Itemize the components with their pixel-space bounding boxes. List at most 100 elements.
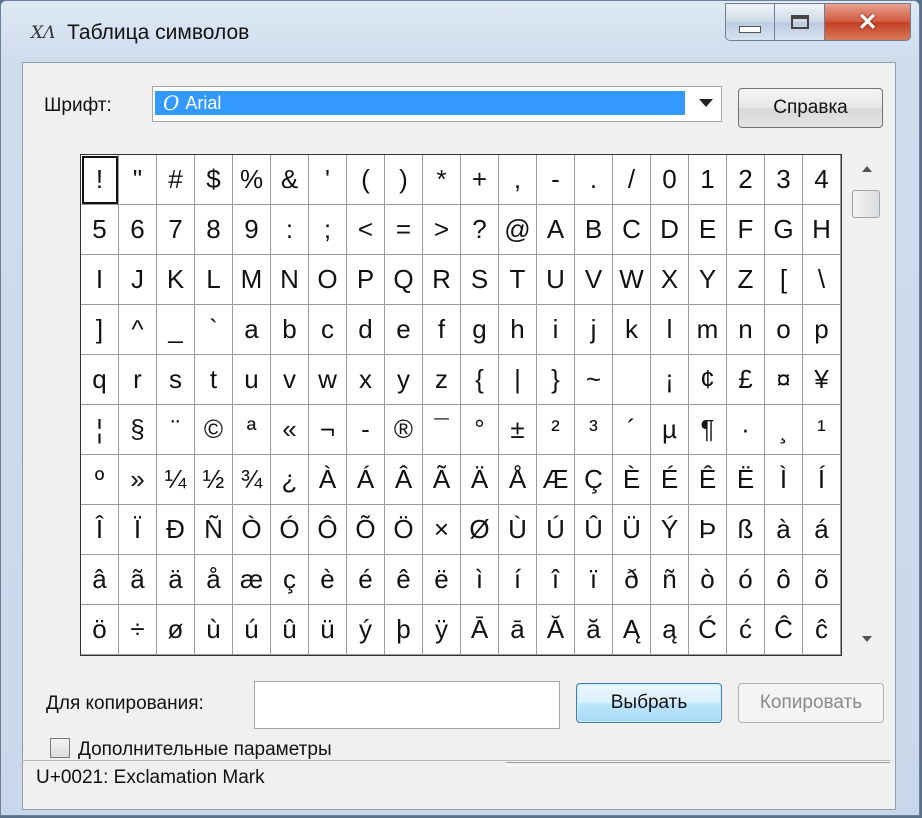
character-cell[interactable]: v [271, 355, 309, 405]
character-cell[interactable]: å [195, 555, 233, 605]
character-cell[interactable]: R [423, 255, 461, 305]
character-cell[interactable]: ë [423, 555, 461, 605]
character-cell[interactable]: é [347, 555, 385, 605]
character-cell[interactable]: \ [803, 255, 841, 305]
character-cell[interactable]: Ą [613, 605, 651, 655]
character-cell[interactable]: Z [727, 255, 765, 305]
chevron-down-icon[interactable] [699, 99, 713, 107]
character-cell[interactable]: X [651, 255, 689, 305]
character-cell[interactable]: M [233, 255, 271, 305]
character-cell[interactable]: P [347, 255, 385, 305]
character-cell[interactable]: ° [461, 405, 499, 455]
character-cell[interactable]: ã [119, 555, 157, 605]
character-cell[interactable]: ö [81, 605, 119, 655]
character-cell[interactable]: [ [765, 255, 803, 305]
character-cell[interactable]: m [689, 305, 727, 355]
character-cell[interactable]: ¨ [157, 405, 195, 455]
character-cell[interactable]: s [157, 355, 195, 405]
character-cell[interactable]: à [765, 505, 803, 555]
copy-input[interactable] [254, 681, 560, 729]
character-cell[interactable]: ¹ [803, 405, 841, 455]
character-cell[interactable]: { [461, 355, 499, 405]
character-cell[interactable]: 6 [119, 205, 157, 255]
character-cell[interactable]: % [233, 155, 271, 205]
character-cell[interactable]: ; [309, 205, 347, 255]
character-cell[interactable]: ā [499, 605, 537, 655]
character-cell[interactable]: Ù [499, 505, 537, 555]
character-cell[interactable]: I [81, 255, 119, 305]
character-cell[interactable]: ĉ [803, 605, 841, 655]
character-cell[interactable]: æ [233, 555, 271, 605]
minimize-button[interactable] [725, 3, 775, 41]
character-cell[interactable]: w [309, 355, 347, 405]
character-cell[interactable]: £ [727, 355, 765, 405]
character-cell[interactable]: Þ [689, 505, 727, 555]
character-cell[interactable]: L [195, 255, 233, 305]
character-cell[interactable]: E [689, 205, 727, 255]
character-cell[interactable]: r [119, 355, 157, 405]
character-cell[interactable]: = [385, 205, 423, 255]
character-cell[interactable]: N [271, 255, 309, 305]
character-cell[interactable]: 4 [803, 155, 841, 205]
character-cell[interactable]: > [423, 205, 461, 255]
character-cell[interactable]: Ć [689, 605, 727, 655]
character-cell[interactable]: U [537, 255, 575, 305]
character-cell[interactable]: È [613, 455, 651, 505]
close-button[interactable]: ✕ [825, 3, 911, 41]
character-cell[interactable]: 3 [765, 155, 803, 205]
character-cell[interactable]: Ã [423, 455, 461, 505]
character-cell[interactable]: º [81, 455, 119, 505]
character-cell[interactable]: A [537, 205, 575, 255]
copy-button[interactable]: Копировать [738, 683, 884, 723]
character-cell[interactable]: j [575, 305, 613, 355]
font-dropdown[interactable]: O Arial [152, 86, 722, 122]
character-cell[interactable]: S [461, 255, 499, 305]
character-cell[interactable]: ) [385, 155, 423, 205]
character-cell[interactable]: g [461, 305, 499, 355]
character-cell[interactable]: ! [81, 155, 119, 205]
character-cell[interactable]: ú [233, 605, 271, 655]
character-cell[interactable]: Ā [461, 605, 499, 655]
character-cell[interactable]: ą [651, 605, 689, 655]
character-cell[interactable]: - [347, 405, 385, 455]
character-cell[interactable]: Q [385, 255, 423, 305]
character-cell[interactable]: ă [575, 605, 613, 655]
help-button[interactable]: Справка [738, 88, 883, 128]
character-cell[interactable]: ô [765, 555, 803, 605]
advanced-view-checkbox[interactable] [50, 738, 70, 758]
character-cell[interactable]: Î [81, 505, 119, 555]
character-cell[interactable]: h [499, 305, 537, 355]
character-cell[interactable]: Ê [689, 455, 727, 505]
character-cell[interactable]: < [347, 205, 385, 255]
character-cell[interactable]: ü [309, 605, 347, 655]
character-cell[interactable]: ¢ [689, 355, 727, 405]
character-cell[interactable]: Õ [347, 505, 385, 555]
character-cell[interactable]: } [537, 355, 575, 405]
character-cell[interactable]: ´ [613, 405, 651, 455]
character-cell[interactable]: ó [727, 555, 765, 605]
character-cell[interactable]: ¬ [309, 405, 347, 455]
character-cell[interactable]: p [803, 305, 841, 355]
character-cell[interactable]: ò [689, 555, 727, 605]
character-cell[interactable]: " [119, 155, 157, 205]
character-cell[interactable]: b [271, 305, 309, 355]
character-cell[interactable]: Æ [537, 455, 575, 505]
character-cell[interactable]: x [347, 355, 385, 405]
character-cell[interactable]: e [385, 305, 423, 355]
character-cell[interactable]: 8 [195, 205, 233, 255]
character-cell[interactable]: » [119, 455, 157, 505]
character-cell[interactable]: u [233, 355, 271, 405]
character-cell[interactable]: ÷ [119, 605, 157, 655]
character-cell[interactable]: Ö [385, 505, 423, 555]
character-cell[interactable]: W [613, 255, 651, 305]
character-cell[interactable]: D [651, 205, 689, 255]
character-cell[interactable]: « [271, 405, 309, 455]
character-cell[interactable]: y [385, 355, 423, 405]
character-cell[interactable]: a [233, 305, 271, 355]
character-cell[interactable]: H [803, 205, 841, 255]
character-cell[interactable]: ² [537, 405, 575, 455]
character-cell[interactable]: è [309, 555, 347, 605]
character-cell[interactable]: 0 [651, 155, 689, 205]
character-cell[interactable]: ¯ [423, 405, 461, 455]
character-cell[interactable]: í [499, 555, 537, 605]
